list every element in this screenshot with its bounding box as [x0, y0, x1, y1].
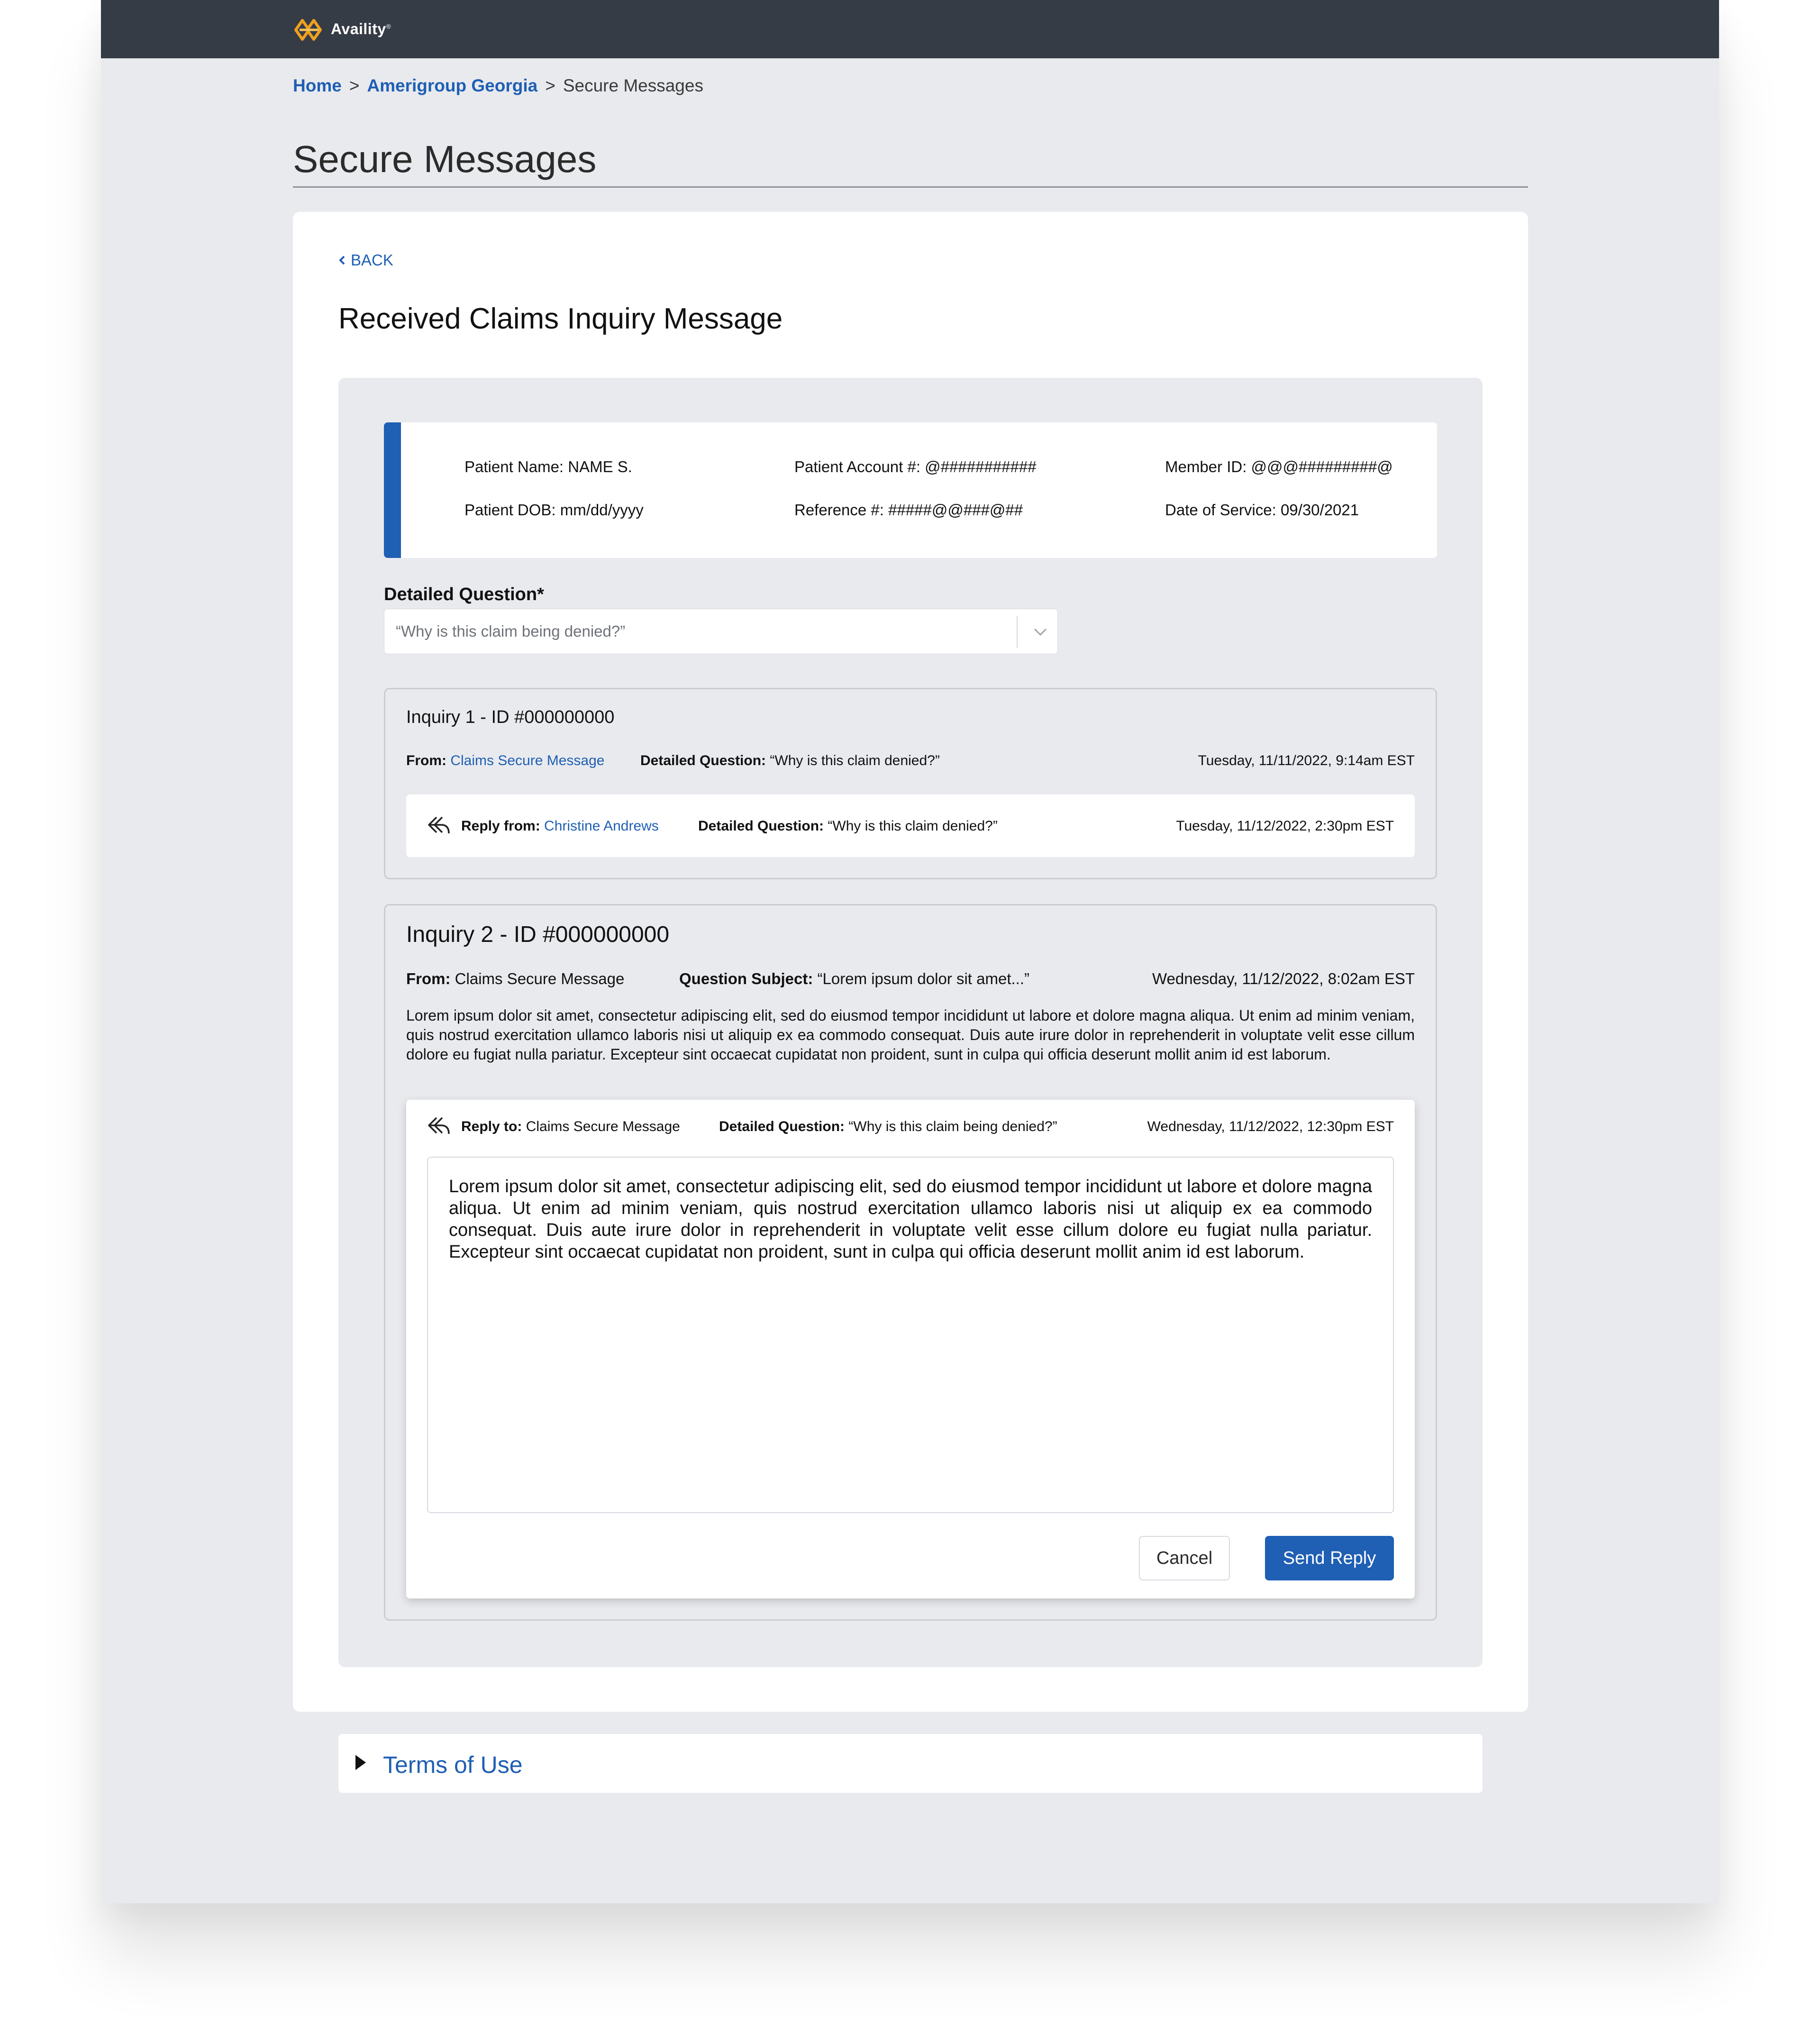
logo-text: Availity® — [331, 20, 391, 37]
availity-logo-icon — [294, 19, 322, 41]
inquiry-subject: Question Subject: “Lorem ipsum dolor sit… — [679, 970, 1029, 987]
title-divider — [293, 186, 1528, 188]
inquiry-title: Inquiry 1 - ID #000000000 — [406, 707, 615, 727]
breadcrumb: Home > Amerigroup Georgia > Secure Messa… — [293, 76, 703, 96]
message-heading: Received Claims Inquiry Message — [338, 302, 783, 335]
breadcrumb-separator: > — [349, 76, 360, 95]
reply-textarea[interactable]: Lorem ipsum dolor sit amet, consectetur … — [427, 1157, 1394, 1513]
message-card: BACK Received Claims Inquiry Message Pat… — [293, 212, 1528, 1712]
patient-info-card: Patient Name: NAME S. Patient Account #:… — [384, 422, 1437, 558]
reply-from: Reply from: Christine Andrews — [461, 818, 659, 834]
detailed-question-select[interactable]: “Why is this claim being denied?” — [384, 609, 1058, 654]
reply-date: Wednesday, 11/12/2022, 12:30pm EST — [1147, 1119, 1394, 1134]
inquiry-from: From: Claims Secure Message — [406, 970, 625, 987]
reply-from-link[interactable]: Christine Andrews — [544, 818, 659, 834]
breadcrumb-separator: > — [545, 76, 555, 95]
detailed-question-value: “Why is this claim being denied?” — [396, 622, 626, 640]
detailed-question-label: Detailed Question* — [384, 584, 544, 604]
member-id: Member ID: @@@#########@ — [1165, 458, 1393, 475]
breadcrumb-amerigroup-georgia[interactable]: Amerigroup Georgia — [367, 76, 537, 96]
app-window: Availity® Home > Amerigroup Georgia > Se… — [101, 0, 1719, 1903]
page-title: Secure Messages — [293, 138, 597, 180]
terms-of-use-disclosure[interactable]: Terms of Use — [338, 1734, 1483, 1793]
chevron-left-icon — [339, 256, 345, 265]
chevron-down-icon[interactable] — [1032, 623, 1049, 640]
date-of-service: Date of Service: 09/30/2021 — [1165, 501, 1359, 519]
inquiry-date: Tuesday, 11/11/2022, 9:14am EST — [1198, 753, 1415, 768]
select-divider — [1017, 616, 1018, 648]
breadcrumb-home[interactable]: Home — [293, 76, 342, 96]
reply-date: Tuesday, 11/12/2022, 2:30pm EST — [1176, 818, 1394, 834]
send-reply-button[interactable]: Send Reply — [1265, 1536, 1394, 1580]
from-link[interactable]: Claims Secure Message — [450, 753, 604, 768]
message-panel: Patient Name: NAME S. Patient Account #:… — [338, 378, 1483, 1667]
reply-icon — [428, 816, 450, 834]
logo[interactable]: Availity® — [293, 16, 391, 42]
inquiry-detailed-question: Detailed Question: “Why is this claim de… — [640, 753, 940, 768]
top-bar: Availity® — [101, 0, 1719, 58]
inquiry-body: Lorem ipsum dolor sit amet, consectetur … — [406, 1007, 1415, 1063]
back-label: BACK — [351, 251, 393, 269]
reply-detailed-question: Detailed Question: “Why is this claim de… — [698, 818, 998, 834]
patient-account: Patient Account #: @########### — [794, 458, 1037, 475]
accent-bar — [384, 422, 401, 558]
breadcrumb-current: Secure Messages — [563, 76, 703, 95]
cancel-button[interactable]: Cancel — [1139, 1536, 1230, 1580]
back-link[interactable]: BACK — [338, 251, 393, 269]
reply-icon — [428, 1117, 450, 1134]
terms-of-use-link[interactable]: Terms of Use — [383, 1751, 523, 1779]
reply-composer: Reply to: Claims Secure Message Detailed… — [406, 1100, 1415, 1598]
reference-number: Reference #: #####@@###@## — [794, 501, 1023, 519]
patient-dob: Patient DOB: mm/dd/yyyy — [464, 501, 644, 519]
reply-to: Reply to: Claims Secure Message — [461, 1119, 680, 1134]
inquiry-from: From: Claims Secure Message — [406, 753, 605, 768]
caret-right-icon — [355, 1755, 366, 1770]
inquiry-1: Inquiry 1 - ID #000000000 From: Claims S… — [384, 688, 1437, 879]
reply-item: Reply from: Christine Andrews Detailed Q… — [406, 794, 1415, 857]
inquiry-title: Inquiry 2 - ID #000000000 — [406, 922, 670, 947]
inquiry-date: Wednesday, 11/12/2022, 8:02am EST — [1152, 970, 1415, 987]
reply-detailed-question: Detailed Question: “Why is this claim be… — [719, 1119, 1057, 1134]
patient-name: Patient Name: NAME S. — [464, 458, 632, 475]
inquiry-2: Inquiry 2 - ID #000000000 From: Claims S… — [384, 904, 1437, 1621]
